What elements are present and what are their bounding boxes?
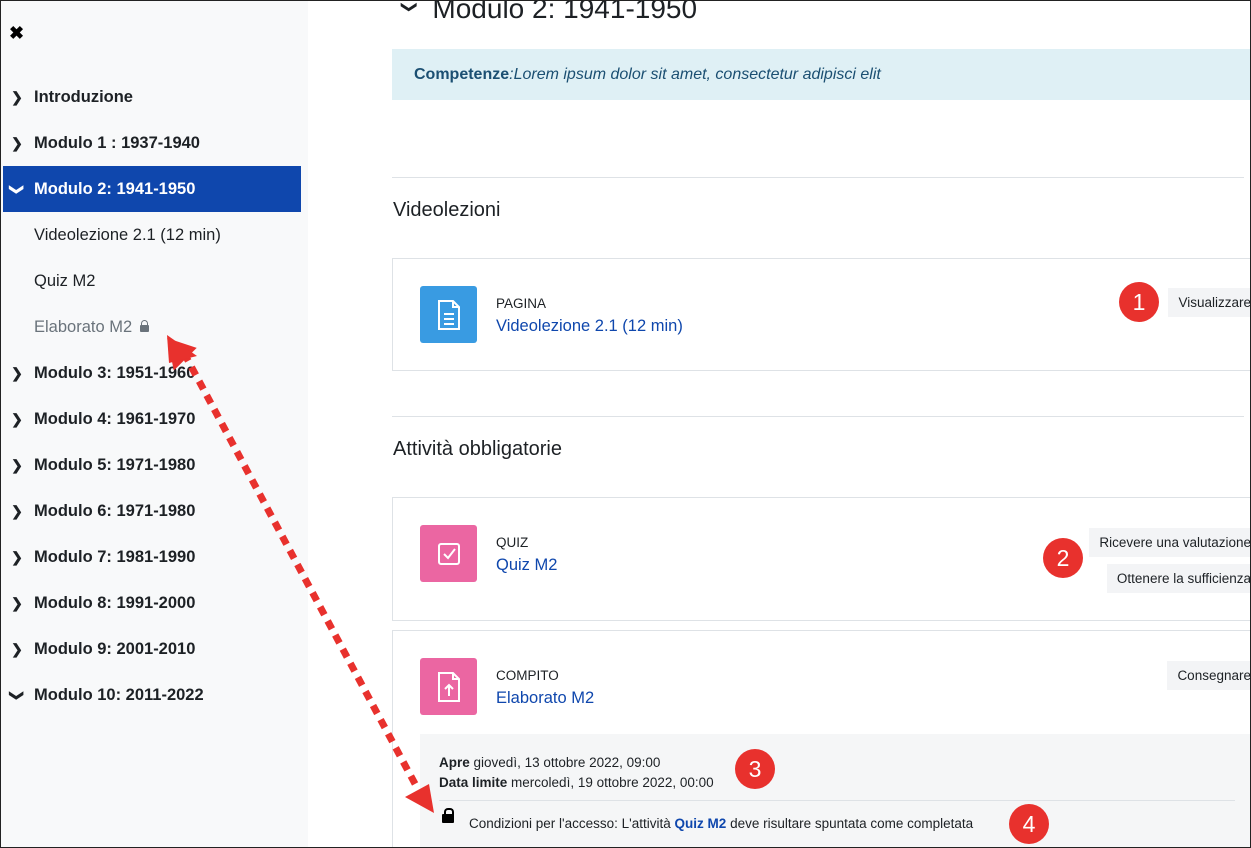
close-icon[interactable]: ✖ bbox=[9, 23, 24, 44]
chevron-right-icon[interactable]: ❯ bbox=[10, 503, 24, 520]
course-index: ❯ Introduzione ❯ Modulo 1 : 1937-1940 ❯ Mod… bbox=[3, 74, 301, 718]
due-label: Data limite bbox=[439, 775, 508, 790]
activity-type: PAGINA bbox=[496, 296, 547, 311]
open-value: giovedì, 13 ottobre 2022, 09:00 bbox=[473, 755, 661, 770]
chevron-right-icon[interactable]: ❯ bbox=[10, 549, 24, 566]
sidebar-subitem-videolezione[interactable]: Videolezione 2.1 (12 min) bbox=[3, 212, 301, 258]
competenze-text: :Lorem ipsum dolor sit amet, consectetur… bbox=[509, 65, 881, 83]
sidebar-item-modulo-7[interactable]: ❯ Modulo 7: 1981-1990 bbox=[3, 534, 301, 580]
activity-link[interactable]: Videolezione 2.1 (12 min) bbox=[496, 317, 683, 336]
restriction-link[interactable]: Quiz M2 bbox=[675, 816, 727, 831]
sidebar-item-modulo-5[interactable]: ❯ Modulo 5: 1971-1980 bbox=[3, 442, 301, 488]
open-label: Apre bbox=[439, 755, 470, 770]
page-icon[interactable] bbox=[420, 286, 477, 343]
activity-link[interactable]: Elaborato M2 bbox=[496, 689, 594, 708]
sidebar-item-label: Modulo 8: 1991-2000 bbox=[34, 593, 196, 612]
completion-badge: Ricevere una valutazione bbox=[1089, 528, 1250, 557]
activity-type: COMPITO bbox=[496, 668, 559, 683]
chevron-right-icon[interactable]: ❯ bbox=[10, 365, 24, 382]
chevron-right-icon[interactable]: ❯ bbox=[10, 411, 24, 428]
access-restriction: Condizioni per l'accesso: L'attività Qui… bbox=[469, 816, 973, 831]
sidebar-item-label: Modulo 3: 1951-1960 bbox=[34, 363, 196, 382]
callout-2: 2 bbox=[1043, 538, 1083, 578]
open-date: Apre giovedì, 13 ottobre 2022, 09:00 bbox=[439, 755, 660, 770]
sidebar-item-label: Modulo 7: 1981-1990 bbox=[34, 547, 196, 566]
callout-4: 4 bbox=[1009, 804, 1049, 844]
sidebar-item-label: Introduzione bbox=[34, 87, 133, 106]
lock-icon bbox=[442, 808, 454, 823]
sidebar-item-label: Modulo 10: 2011-2022 bbox=[34, 685, 204, 704]
divider bbox=[439, 800, 1235, 801]
sidebar-item-label: Modulo 5: 1971-1980 bbox=[34, 455, 196, 474]
activity-card-page: PAGINA Videolezione 2.1 (12 min) Visuali… bbox=[392, 258, 1250, 371]
restriction-suffix: deve risultare spuntata come completata bbox=[730, 816, 974, 831]
sidebar-item-modulo-4[interactable]: ❯ Modulo 4: 1961-1970 bbox=[3, 396, 301, 442]
page-title: ❯ Modulo 2: 1941-1950 bbox=[400, 0, 698, 25]
module-title: Modulo 2: 1941-1950 bbox=[432, 0, 698, 24]
sidebar-subitem-label: Elaborato M2 bbox=[34, 317, 133, 336]
sidebar-item-label: Modulo 4: 1961-1970 bbox=[34, 409, 196, 428]
chevron-right-icon[interactable]: ❯ bbox=[10, 89, 24, 106]
sidebar-subitem-label: Quiz M2 bbox=[34, 271, 96, 290]
competenze-box: Competenze :Lorem ipsum dolor sit amet, … bbox=[392, 49, 1250, 100]
completion-badge: Visualizzare bbox=[1168, 288, 1250, 317]
sidebar-item-label: Modulo 2: 1941-1950 bbox=[34, 179, 196, 198]
lock-icon bbox=[140, 319, 150, 332]
activity-card-quiz: QUIZ Quiz M2 Ricevere una valutazione Ot… bbox=[392, 497, 1250, 621]
chevron-down-icon[interactable]: ❯ bbox=[9, 688, 26, 702]
chevron-down-icon[interactable]: ❯ bbox=[9, 182, 26, 196]
divider bbox=[392, 416, 1244, 417]
sidebar-item-label: Modulo 1 : 1937-1940 bbox=[34, 133, 200, 152]
sidebar-item-modulo-10[interactable]: ❯ Modulo 10: 2011-2022 bbox=[3, 672, 301, 718]
chevron-down-icon[interactable]: ❯ bbox=[400, 1, 420, 14]
activity-link[interactable]: Quiz M2 bbox=[496, 556, 557, 575]
sidebar-item-label: Modulo 6: 1971-1980 bbox=[34, 501, 196, 520]
completion-badge: Consegnare bbox=[1167, 661, 1250, 690]
due-value: mercoledì, 19 ottobre 2022, 00:00 bbox=[511, 775, 714, 790]
chevron-right-icon[interactable]: ❯ bbox=[10, 457, 24, 474]
competenze-label: Competenze bbox=[414, 65, 510, 83]
section-title-attivita: Attività obbligatorie bbox=[393, 438, 562, 460]
due-date: Data limite mercoledì, 19 ottobre 2022, … bbox=[439, 775, 714, 790]
activity-dates: Apre giovedì, 13 ottobre 2022, 09:00 Dat… bbox=[420, 734, 1250, 847]
sidebar-subitem-elaborato[interactable]: Elaborato M2 bbox=[3, 304, 301, 350]
callout-3: 3 bbox=[735, 749, 775, 789]
quiz-icon[interactable] bbox=[420, 525, 477, 582]
course-index-drawer: ✖ ❯ Introduzione ❯ Modulo 1 : 1937-1940 ❯ M… bbox=[1, 1, 308, 847]
activity-type: QUIZ bbox=[496, 535, 529, 550]
sidebar-item-modulo-2[interactable]: ❯ Modulo 2: 1941-1950 bbox=[3, 166, 301, 212]
sidebar-subitem-quiz[interactable]: Quiz M2 bbox=[3, 258, 301, 304]
chevron-right-icon[interactable]: ❯ bbox=[10, 641, 24, 658]
restriction-prefix: Condizioni per l'accesso: L'attività bbox=[469, 816, 671, 831]
sidebar-item-label: Modulo 9: 2001-2010 bbox=[34, 639, 196, 658]
sidebar-item-introduzione[interactable]: ❯ Introduzione bbox=[3, 74, 301, 120]
sidebar-subitem-label: Videolezione 2.1 (12 min) bbox=[34, 225, 221, 244]
sidebar-item-modulo-1[interactable]: ❯ Modulo 1 : 1937-1940 bbox=[3, 120, 301, 166]
section-title-videolezioni: Videolezioni bbox=[393, 199, 501, 221]
sidebar-item-modulo-6[interactable]: ❯ Modulo 6: 1971-1980 bbox=[3, 488, 301, 534]
course-content: ❯ Modulo 2: 1941-1950 Competenze :Lorem … bbox=[309, 1, 1250, 847]
app-frame: ✖ ❯ Introduzione ❯ Modulo 1 : 1937-1940 ❯ M… bbox=[0, 0, 1251, 848]
sidebar-item-modulo-3[interactable]: ❯ Modulo 3: 1951-1960 bbox=[3, 350, 301, 396]
sidebar-item-modulo-9[interactable]: ❯ Modulo 9: 2001-2010 bbox=[3, 626, 301, 672]
completion-badge: Ottenere la sufficienza bbox=[1106, 564, 1250, 593]
divider bbox=[392, 177, 1244, 178]
callout-1: 1 bbox=[1119, 282, 1159, 322]
chevron-right-icon[interactable]: ❯ bbox=[10, 135, 24, 152]
chevron-right-icon[interactable]: ❯ bbox=[10, 595, 24, 612]
sidebar-item-modulo-8[interactable]: ❯ Modulo 8: 1991-2000 bbox=[3, 580, 301, 626]
assignment-icon[interactable] bbox=[420, 658, 477, 715]
